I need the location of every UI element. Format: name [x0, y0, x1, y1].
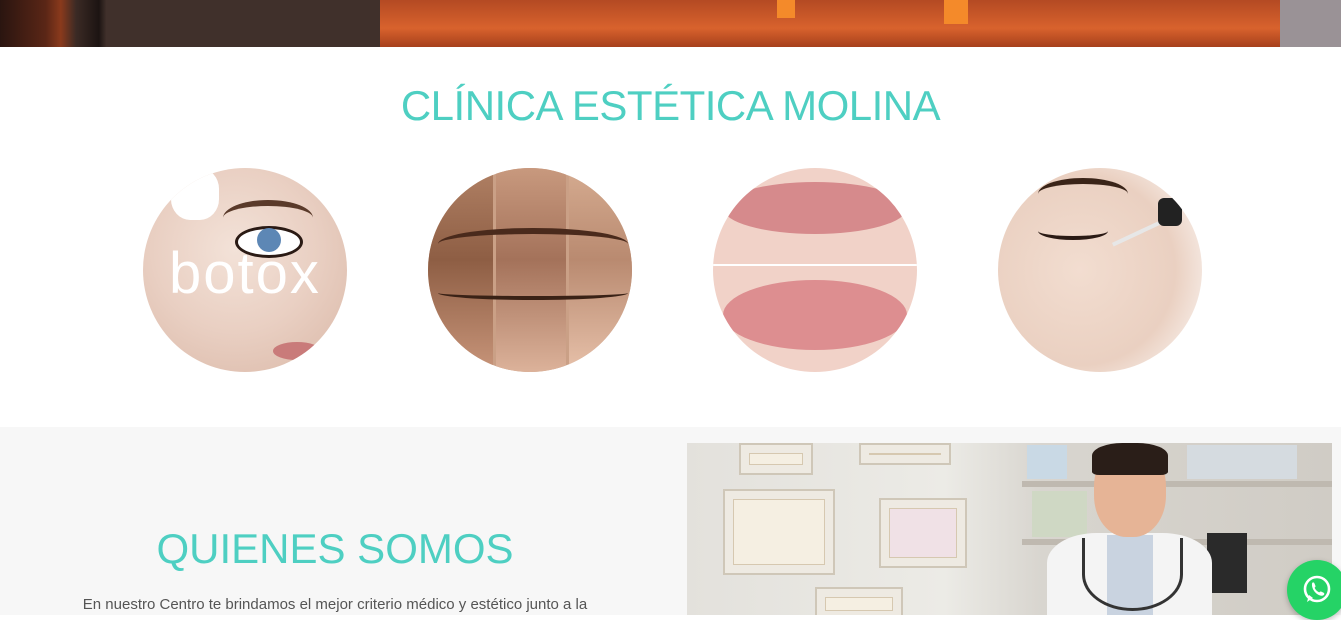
hero-image-desk: [380, 0, 1280, 47]
closed-eye: [438, 286, 628, 300]
lips-after: [723, 280, 907, 350]
service-label: botox: [169, 241, 321, 306]
hero-image-detail: [944, 0, 968, 24]
wall-frame: [723, 489, 835, 575]
after-panel: [569, 168, 632, 372]
doctor-photo: [687, 443, 1332, 615]
lips: [273, 342, 321, 360]
dropper-bulb: [1158, 198, 1182, 226]
whatsapp-icon: [1303, 575, 1331, 603]
stethoscope: [1082, 538, 1183, 611]
service-lips-link[interactable]: [713, 168, 917, 372]
about-text: En nuestro Centro te brindamos el mejor …: [82, 596, 588, 613]
product: [1027, 445, 1067, 479]
glove: [171, 168, 219, 220]
shelf: [1022, 481, 1332, 487]
eyebrow: [1038, 178, 1128, 210]
product: [1187, 445, 1297, 479]
doctor-hair: [1092, 443, 1168, 475]
hero-image-left: [0, 0, 380, 47]
page-title: CLÍNICA ESTÉTICA MOLINA: [400, 82, 941, 129]
hero-image-right: [1280, 0, 1341, 47]
product: [1207, 533, 1247, 593]
service-botox-link[interactable]: botox: [143, 168, 347, 372]
lips-before: [723, 182, 907, 234]
middle-panel: [496, 168, 566, 372]
hero-image-detail: [777, 0, 795, 18]
wall-frame: [739, 443, 813, 475]
eyebrow: [438, 228, 628, 260]
wall-frame: [879, 498, 967, 568]
service-wrinkles-link[interactable]: [428, 168, 632, 372]
product: [1032, 491, 1087, 537]
closed-eye: [1038, 222, 1108, 240]
wall-frame: [859, 443, 951, 465]
about-title: QUIENES SOMOS: [156, 525, 514, 572]
wall-frame: [815, 587, 903, 615]
whatsapp-button[interactable]: [1287, 560, 1341, 620]
divider: [713, 264, 917, 266]
before-panel: [428, 168, 493, 372]
service-serum-link[interactable]: [998, 168, 1202, 372]
hero-image: [0, 0, 1341, 47]
